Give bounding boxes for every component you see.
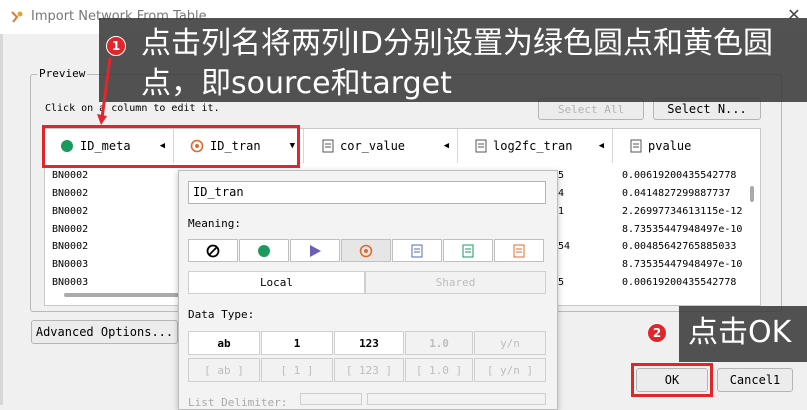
column-name-input[interactable]: ID_tran	[188, 181, 546, 204]
table-cell: 0.00485642765885033	[622, 241, 737, 252]
edit-hint: Click on a column to edit it.	[45, 103, 220, 114]
shared-toggle[interactable]: Shared	[365, 271, 546, 294]
document-icon	[630, 139, 642, 153]
step2-badge: 2	[647, 323, 667, 343]
blue-document-icon	[411, 244, 423, 257]
preview-label: Preview	[37, 67, 88, 80]
table-cell: 4	[558, 188, 565, 199]
highlight-ok-button	[631, 363, 713, 397]
app-icon	[11, 11, 23, 23]
list-delimiter-input[interactable]	[367, 393, 546, 405]
meaning-target-button[interactable]	[341, 239, 391, 262]
horizontal-scrollbar[interactable]	[64, 293, 184, 297]
type-double-list-button[interactable]: [ 1.0 ]	[405, 358, 473, 382]
orange-target-icon	[359, 244, 373, 257]
meaning-source-button[interactable]	[239, 239, 289, 262]
table-cell: BN0002	[52, 170, 89, 181]
meaning-attribute-button[interactable]	[392, 239, 442, 262]
type-long-list-button[interactable]: [ 123 ]	[334, 358, 404, 382]
table-cell: 0.0061920043554277​8	[622, 277, 737, 288]
collapse-arrow-icon[interactable]: ◀	[444, 141, 449, 151]
green-circle-icon	[258, 244, 270, 257]
column-header-pvalue[interactable]: pvalue	[616, 129, 760, 163]
column-header-log2fc-tran[interactable]: log2fc_tran ◀	[461, 129, 613, 163]
type-string-list-button[interactable]: [ ab ]	[188, 358, 260, 382]
no-symbol-icon	[206, 244, 220, 257]
type-integer-button[interactable]: 1	[261, 331, 333, 355]
type-integer-list-button[interactable]: [ 1 ]	[261, 358, 333, 382]
type-double-button[interactable]: 1.0	[405, 331, 473, 355]
orange-document-icon	[513, 244, 525, 257]
meaning-interaction-button[interactable]	[290, 239, 340, 262]
table-cell: 2.26997734613115e-12	[622, 206, 743, 217]
data-type-label: Data Type:	[188, 308, 255, 321]
table-cell: BN0002	[52, 224, 89, 235]
table-cell: 5	[558, 277, 565, 288]
document-icon	[475, 139, 487, 153]
meaning-target-attribute-button[interactable]	[494, 239, 544, 262]
list-delimiter-label: List Delimiter:	[188, 396, 288, 409]
table-cell: 1	[558, 206, 565, 217]
advanced-options-button[interactable]: Advanced Options...	[31, 320, 178, 344]
meaning-edge-attribute-button[interactable]	[443, 239, 493, 262]
highlight-id-columns	[42, 125, 300, 168]
type-boolean-list-button[interactable]: [ y/n ]	[474, 358, 546, 382]
table-cell: BN0002	[52, 206, 89, 217]
cancel-button[interactable]: Cancel1	[717, 368, 793, 392]
meaning-label: Meaning:	[188, 217, 241, 230]
type-string-button[interactable]: ab	[188, 331, 260, 355]
table-cell: 8.73535447948497e-10	[622, 224, 743, 235]
annotation-arrow	[97, 57, 112, 125]
table-cell: 8.73535447948497e-10	[622, 259, 743, 270]
collapse-arrow-icon[interactable]: ◀	[599, 141, 604, 151]
document-icon	[322, 139, 334, 153]
table-cell: BN0002	[52, 241, 89, 252]
meaning-none-button[interactable]	[188, 239, 238, 262]
table-cell: 0.0414827299887737	[622, 188, 731, 199]
play-triangle-icon	[310, 244, 321, 257]
instruction-text-step1: 点击列名将两列ID分别设置为绿色圆点和黄色圆点，即source和target	[141, 26, 773, 101]
table-cell: 0.0061920043554277​8	[622, 170, 737, 181]
list-delimiter-select[interactable]	[300, 393, 362, 405]
window-edge	[0, 34, 3, 405]
instruction-text-step2: 点击OK	[688, 315, 792, 350]
table-cell: BN0003	[52, 259, 89, 270]
vertical-scrollbar[interactable]	[750, 186, 754, 202]
table-cell: 5	[558, 170, 565, 181]
local-toggle[interactable]: Local	[188, 271, 365, 294]
table-cell: BN0002	[52, 188, 89, 199]
step1-badge: 1	[106, 36, 126, 56]
table-cell: 54	[558, 241, 571, 252]
type-boolean-button[interactable]: y/n	[474, 331, 546, 355]
table-cell: BN0003	[52, 277, 89, 288]
type-long-button[interactable]: 123	[334, 331, 404, 355]
column-header-cor-value[interactable]: cor_value ◀	[308, 129, 458, 163]
green-document-icon	[462, 244, 474, 257]
